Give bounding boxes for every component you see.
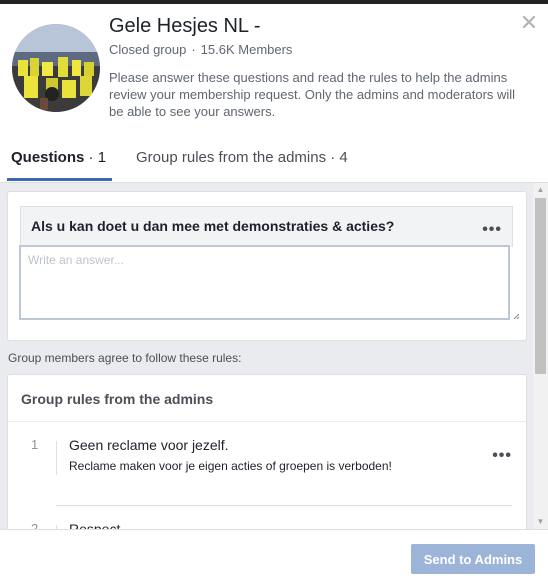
tab-bar: Questions · 1 Group rules from the admin…: [0, 138, 548, 183]
tab-questions-count: · 1: [88, 149, 107, 166]
rule-title: Respect: [69, 521, 121, 529]
rules-separator: [8, 421, 526, 422]
scroll-down-arrow-icon[interactable]: ▼: [533, 515, 548, 529]
intro-text: Please answer these questions and read t…: [109, 70, 516, 119]
group-name: Gele Hesjes NL -: [109, 15, 261, 37]
question-header: Als u kan doet u dan mee met demonstrati…: [20, 206, 513, 247]
agree-text: Group members agree to follow these rule…: [8, 351, 242, 365]
rule-divider: [56, 505, 512, 506]
group-photo: [12, 24, 100, 112]
more-icon[interactable]: •••: [482, 222, 502, 238]
group-privacy: Closed group: [109, 42, 187, 57]
rule-number: 1: [31, 437, 39, 452]
question-text: Als u kan doet u dan mee met demonstrati…: [31, 218, 395, 234]
group-avatar: [12, 24, 100, 112]
tab-rules-count: · 4: [330, 149, 348, 166]
close-icon[interactable]: [520, 14, 538, 32]
scroll-up-arrow-icon[interactable]: ▲: [533, 183, 548, 197]
tab-questions-label: Questions: [11, 149, 85, 166]
rule-title: Geen reclame voor jezelf.: [69, 437, 229, 453]
scrollbar[interactable]: ▲ ▼: [533, 183, 548, 529]
scroll-thumb[interactable]: [535, 198, 546, 374]
rules-card-title: Group rules from the admins: [21, 391, 214, 407]
question-card: Als u kan doet u dan mee met demonstrati…: [7, 191, 527, 341]
rule-description: Reclame maken voor je eigen acties of gr…: [69, 459, 392, 473]
meta-separator: ·: [191, 42, 196, 57]
scroll-area[interactable]: Als u kan doet u dan mee met demonstrati…: [0, 183, 548, 529]
tab-group-rules[interactable]: Group rules from the admins · 4: [136, 149, 348, 166]
rules-card: Group rules from the admins 1 Geen recla…: [7, 374, 527, 529]
close-glyph: [522, 15, 536, 29]
answer-input[interactable]: [20, 246, 509, 319]
rule-bar: [56, 441, 57, 475]
top-strip: [0, 0, 548, 4]
resize-grip-icon[interactable]: [513, 313, 520, 320]
more-icon[interactable]: •••: [492, 447, 512, 465]
send-to-admins-button[interactable]: Send to Admins: [411, 544, 535, 574]
footer: Send to Admins: [0, 529, 548, 588]
group-members: 15.6K Members: [200, 42, 293, 57]
tab-rules-label: Group rules from the admins: [136, 149, 327, 166]
rule-number: 2: [31, 521, 39, 529]
tab-questions[interactable]: Questions · 1: [6, 149, 113, 181]
group-meta: Closed group · 15.6K Members: [109, 42, 292, 57]
